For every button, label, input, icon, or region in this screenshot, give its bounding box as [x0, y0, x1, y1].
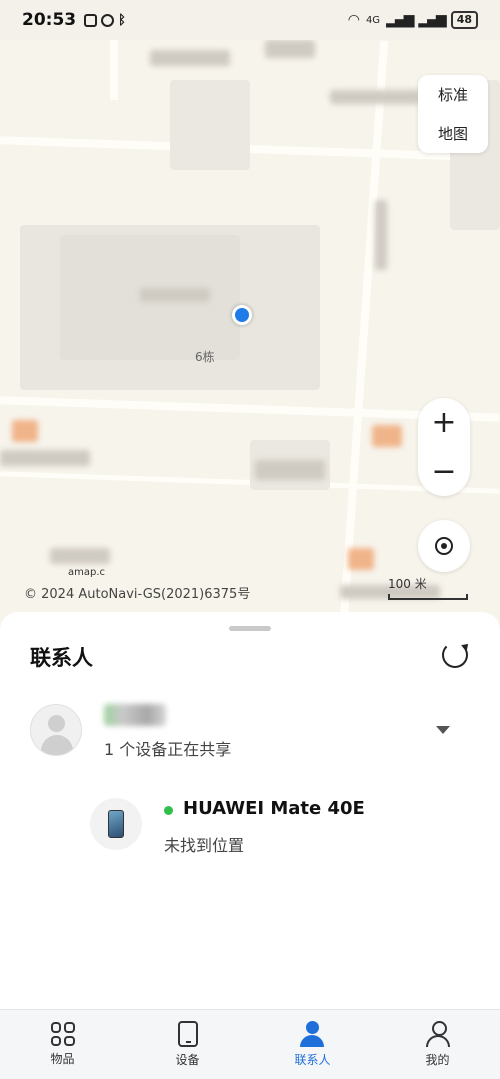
map-scale-label: 100 米 — [388, 577, 427, 591]
signal-icon-2: ▂▄▆ — [418, 12, 446, 28]
nav-label: 物品 — [50, 1052, 75, 1066]
battery-indicator: 48 — [450, 11, 478, 29]
online-status-dot — [164, 806, 173, 815]
contacts-sheet: 联系人 1 个设备正在共享 HUAWEI Mate 40E 未找到位置 — [0, 612, 500, 1009]
zoom-out-button[interactable]: − — [431, 454, 456, 489]
map-type-map[interactable]: 地图 — [438, 119, 468, 148]
nav-label: 我的 — [425, 1053, 450, 1067]
status-time: 20:53 — [22, 10, 77, 30]
network-label: 4G — [365, 14, 381, 26]
map-poi-marker[interactable] — [372, 425, 402, 447]
map-road — [110, 40, 118, 100]
avatar — [30, 704, 82, 756]
device-location-status: 未找到位置 — [164, 836, 245, 855]
map-view[interactable]: 6栋 标准 地图 + − amap.c © 2024 AutoNavi-GS(2… — [0, 40, 500, 620]
chevron-down-icon[interactable] — [436, 726, 450, 734]
nav-item-devices[interactable]: 设备 — [125, 1010, 250, 1079]
signal-icon: ▂▄▆ — [386, 12, 414, 28]
contact-sharing-status: 1 个设备正在共享 — [104, 740, 232, 759]
map-poi-marker[interactable] — [12, 420, 38, 442]
map-building — [170, 80, 250, 170]
amap-logo: amap.c — [68, 567, 106, 578]
map-copyright: © 2024 AutoNavi-GS(2021)6375号 — [24, 587, 251, 602]
map-blurred-label — [375, 200, 387, 270]
map-poi-marker[interactable] — [348, 548, 374, 570]
bluetooth-icon: ᛒ — [118, 12, 126, 28]
map-scale-bar — [388, 594, 468, 600]
device-item[interactable]: HUAWEI Mate 40E 未找到位置 — [90, 798, 470, 856]
map-type-switch[interactable]: 标准 地图 — [418, 75, 488, 153]
sheet-title: 联系人 — [30, 646, 93, 670]
map-blurred-label — [265, 40, 315, 58]
map-blurred-label — [140, 288, 210, 302]
grid-icon — [50, 1022, 75, 1046]
people-icon — [299, 1021, 327, 1047]
building-label: 6栋 — [195, 350, 215, 364]
nfc-icon — [84, 13, 98, 27]
zoom-controls: + − — [418, 398, 470, 496]
map-road — [339, 40, 389, 620]
person-icon — [425, 1021, 450, 1047]
contact-item[interactable]: 1 个设备正在共享 — [30, 704, 470, 764]
map-blurred-label — [255, 460, 325, 480]
bottom-nav: 物品 设备 联系人 我的 — [0, 1009, 500, 1079]
status-right-icons: ◠ 4G ▂▄▆ ▂▄▆ 48 — [348, 11, 478, 29]
crosshair-icon — [435, 537, 453, 555]
zoom-in-button[interactable]: + — [431, 405, 456, 440]
device-name: HUAWEI Mate 40E — [183, 798, 365, 819]
tablet-icon — [177, 1021, 198, 1047]
contact-name-redacted — [104, 704, 166, 726]
locate-me-button[interactable] — [418, 520, 470, 572]
nav-item-contacts[interactable]: 联系人 — [250, 1010, 375, 1079]
nav-item-me[interactable]: 我的 — [375, 1010, 500, 1079]
map-blurred-label — [150, 50, 230, 66]
status-notification-icons: ᛒ — [84, 13, 126, 28]
map-type-standard[interactable]: 标准 — [438, 80, 468, 109]
map-blurred-label — [50, 548, 110, 564]
nav-label: 联系人 — [294, 1053, 331, 1067]
nav-item-items[interactable]: 物品 — [0, 1010, 125, 1079]
nav-label: 设备 — [175, 1053, 200, 1067]
sheet-drag-handle[interactable] — [229, 626, 271, 631]
map-blurred-label — [0, 450, 90, 466]
alarm-icon — [101, 13, 115, 27]
phone-icon — [108, 810, 124, 838]
refresh-icon[interactable] — [442, 642, 468, 668]
device-avatar — [90, 798, 142, 850]
map-blurred-label — [330, 90, 420, 104]
wifi-icon: ◠ — [347, 12, 360, 28]
status-bar: 20:53 ᛒ ◠ 4G ▂▄▆ ▂▄▆ 48 — [0, 0, 500, 40]
current-location-marker — [232, 305, 252, 325]
